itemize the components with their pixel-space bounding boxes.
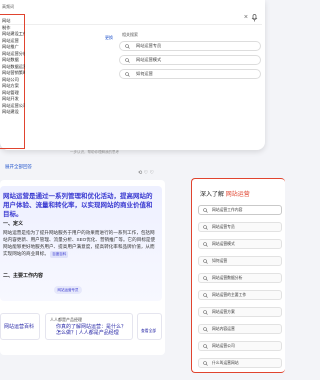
- ai-hint-sub: 一步认识，帮助你理解我的思考: [70, 150, 119, 154]
- source-card-more[interactable]: 查看全部: [137, 313, 162, 340]
- suggestion-item[interactable]: 如何运营: [119, 69, 261, 79]
- source-badge[interactable]: 百度百科: [50, 251, 69, 258]
- deep-dive-item-label: 网站运营专员: [212, 225, 235, 229]
- deep-dive-item-label: 网站运营工作内容: [212, 208, 243, 212]
- source-card-baike[interactable]: 网站运营百科: [0, 313, 40, 340]
- search-icon: [203, 208, 208, 213]
- suggestion-item[interactable]: 网站运营专员: [119, 41, 261, 51]
- deep-dive-item[interactable]: 网站运营数据分析: [198, 273, 282, 283]
- search-icon: [203, 293, 208, 298]
- deep-dive-item[interactable]: 网站运营专员: [198, 222, 282, 232]
- dropdown-tag: 高频词: [2, 4, 14, 9]
- search-icon: [125, 72, 130, 77]
- search-icon: [203, 225, 208, 230]
- history-item[interactable]: 网站营销策略: [2, 70, 25, 77]
- deep-dive-item[interactable]: 网站运营公司: [198, 341, 282, 351]
- refresh-link[interactable]: 更换: [105, 35, 113, 41]
- deep-dive-item[interactable]: 网站运营模式: [198, 239, 282, 249]
- microphone-icon[interactable]: [251, 14, 258, 22]
- answer-headline: 网站运营是通过一系列管理和优化活动，提高网站的用户体验、流量和转化率，以实现网站…: [3, 193, 153, 218]
- deep-dive-item-label: 网站运营数据分析: [212, 276, 243, 280]
- history-item[interactable]: 网站建设工作内容: [2, 31, 25, 38]
- deep-dive-item[interactable]: 网站内容运营: [198, 324, 282, 334]
- answer-section-work: 二、主要工作内容: [3, 273, 44, 279]
- expand-answer-link[interactable]: 展开全部回答: [5, 164, 32, 170]
- source-card-tag: 人人都是产品经理: [50, 317, 82, 322]
- deep-dive-title-prefix: 深入了解: [200, 192, 225, 198]
- deep-dive-item-label: 网站内容运营: [212, 327, 235, 331]
- suggestion-label: 网站运营专员: [136, 43, 162, 48]
- history-item[interactable]: 网站建设: [2, 109, 25, 116]
- answer-paragraph-text: 网站运营是指为了提升网站服务于用户的效果而进行的一系列工作，包括网站内容更新、用…: [3, 230, 156, 256]
- suggestion-item[interactable]: 网站运营模式: [119, 55, 261, 65]
- deep-dive-item[interactable]: 网站运营方案: [198, 307, 282, 317]
- source-card-article-title: 你真的了解网站运营：是什么？怎么做？| 人人都是产品经理: [56, 324, 127, 336]
- answer-pill[interactable]: 网站运营专员: [54, 286, 82, 294]
- deep-dive-item[interactable]: 网站运营工作内容: [198, 205, 282, 215]
- deep-dive-title-keyword: 网站运营: [225, 192, 250, 198]
- search-icon: [203, 344, 208, 349]
- deep-dive-item[interactable]: 如何运营: [198, 256, 282, 266]
- deep-dive-item-label: 网站运营的主要工作: [212, 293, 247, 297]
- suggestion-label: 如何运营: [136, 71, 153, 76]
- search-icon: [203, 310, 208, 315]
- answer-summary-block: 网站运营是通过一系列管理和优化活动，提高网站的用户体验、流量和转化率，以实现网站…: [0, 186, 162, 301]
- deep-dive-item[interactable]: 网站运营的主要工作: [198, 290, 282, 300]
- search-icon: [203, 242, 208, 247]
- source-card-article[interactable]: 人人都是产品经理 你真的了解网站运营：是什么？怎么做？| 人人都是产品经理: [45, 313, 133, 340]
- search-icon: [203, 361, 208, 366]
- search-dropdown: 高频词 × 网站制作网站建设工作内容网站运营网站推广网站运营分析网站数据网站数据…: [0, 0, 265, 150]
- deep-dive-item[interactable]: 什么叫运营网站: [198, 358, 282, 368]
- search-icon: [125, 44, 130, 49]
- search-icon: [125, 58, 130, 63]
- feedback-icons[interactable]: ⟲ ♡ ♡: [138, 170, 154, 176]
- deep-dive-item-label: 网站运营方案: [212, 310, 235, 314]
- related-search-title: 相关搜索: [122, 32, 138, 37]
- deep-dive-title: 深入了解 网站运营: [200, 189, 250, 198]
- answer-paragraph: 网站运营是指为了提升网站服务于用户的效果而进行的一系列工作，包括网站内容更新、用…: [3, 229, 158, 258]
- deep-dive-item-label: 如何运营: [212, 259, 228, 263]
- deep-dive-item-label: 什么叫运营网站: [212, 361, 239, 365]
- ai-answer-card: 网站运营是通过一系列管理和优化活动，提高网站的用户体验、流量和转化率，以实现网站…: [0, 180, 165, 355]
- clear-icon[interactable]: ×: [244, 14, 248, 21]
- history-list: 网站制作网站建设工作内容网站运营网站推广网站运营分析网站数据网站数据运营工作内容…: [2, 18, 25, 116]
- search-icon: [203, 259, 208, 264]
- source-card-more-title: 查看全部: [141, 329, 157, 333]
- suggestion-label: 网站运营模式: [136, 57, 162, 62]
- deep-dive-item-label: 网站运营模式: [212, 242, 235, 246]
- answer-section-definition: 一、定义: [3, 221, 24, 227]
- search-input-row[interactable]: ×: [4, 12, 262, 25]
- deep-dive-item-label: 网站运营公司: [212, 344, 235, 348]
- search-icon: [203, 327, 208, 332]
- deep-dive-panel: 深入了解 网站运营 网站运营工作内容 网站运营专员 网站运营模式 如何运营网站运营数据…: [191, 178, 285, 373]
- search-icon: [203, 276, 208, 281]
- source-card-baike-title: 网站运营百科: [4, 324, 35, 330]
